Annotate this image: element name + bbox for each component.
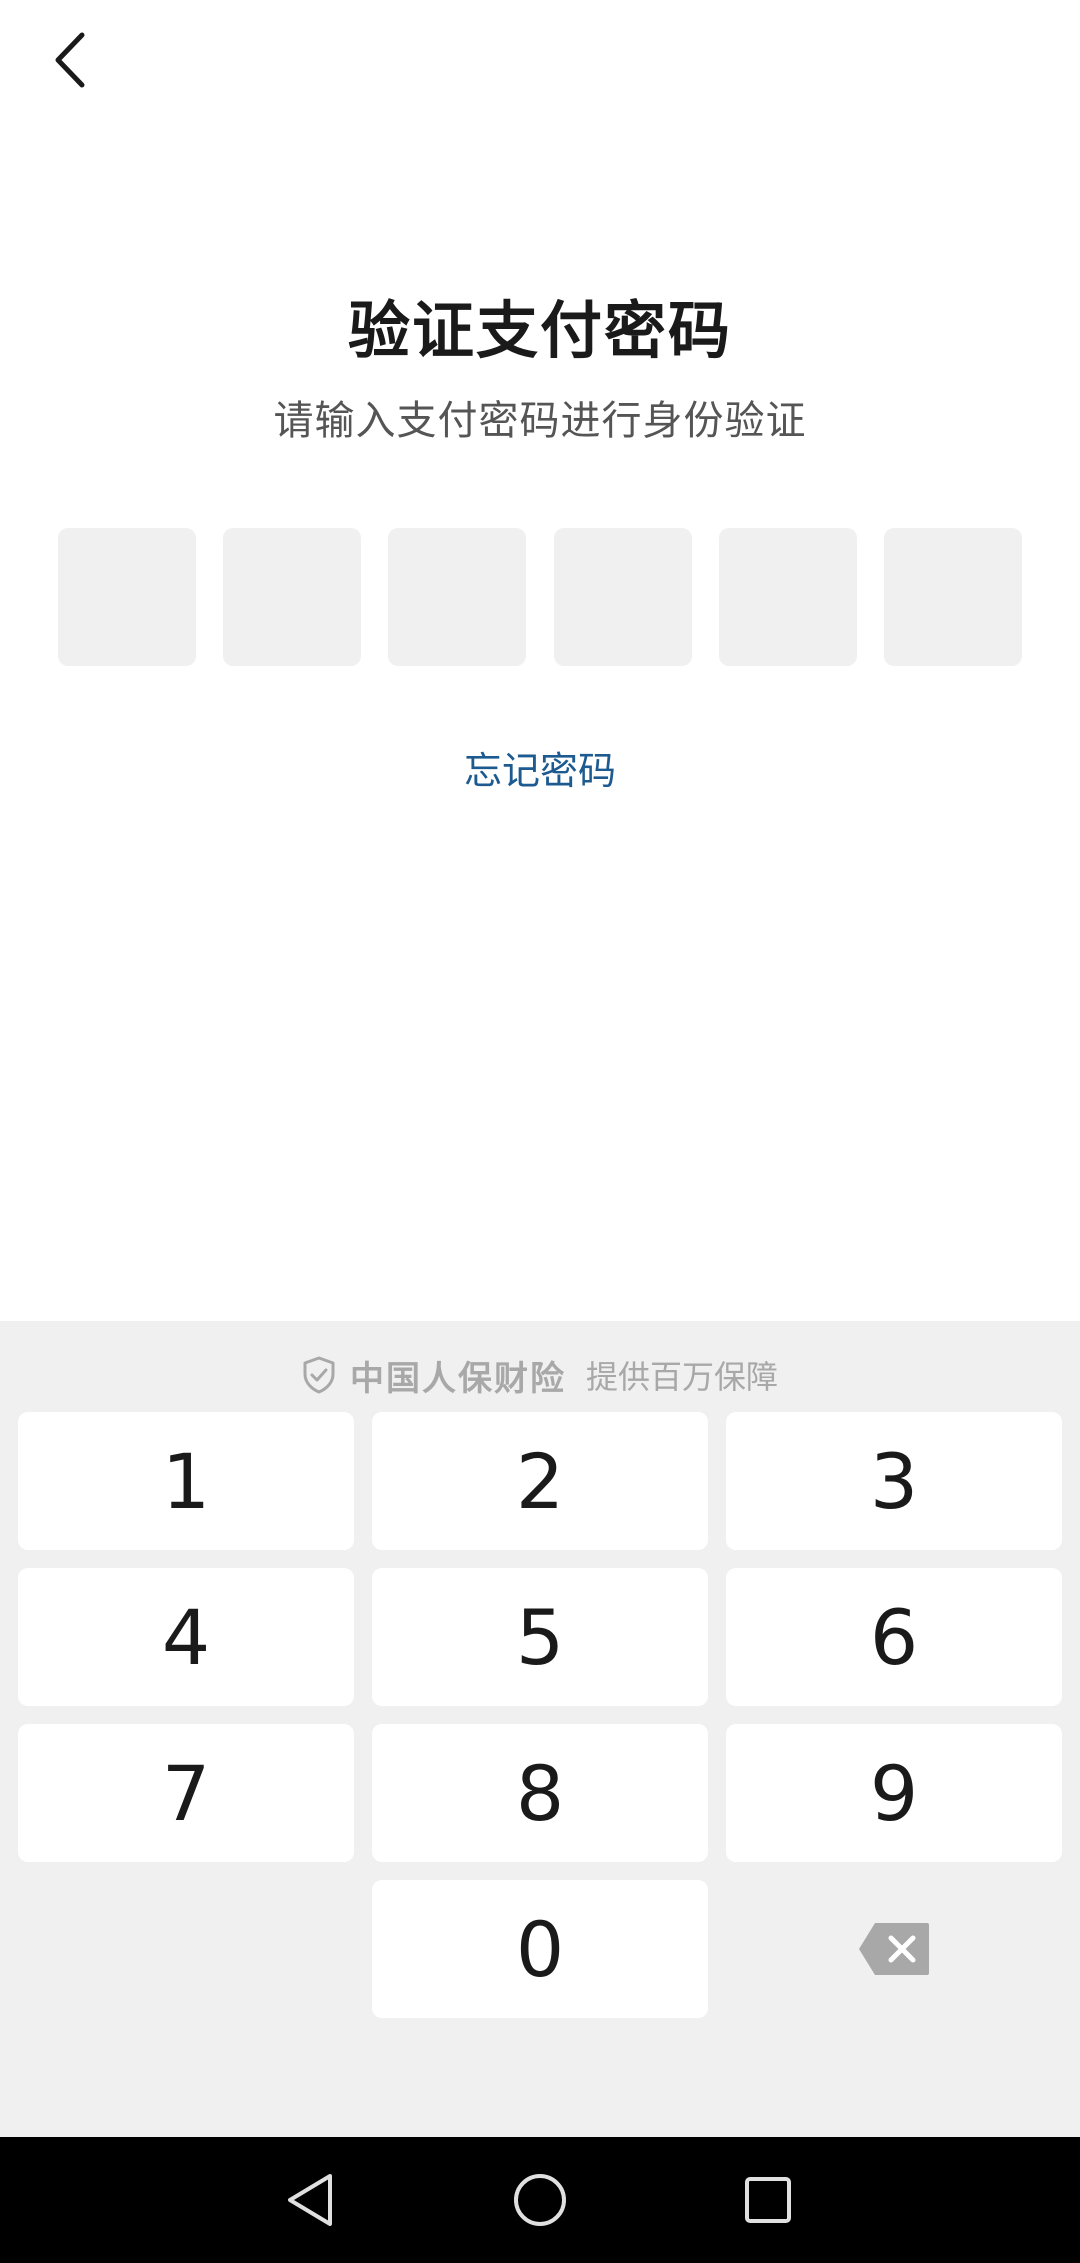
pin-input[interactable] [58,528,1022,666]
square-recents-icon [745,2177,791,2223]
system-back-button[interactable] [270,2160,350,2240]
key-7[interactable]: 7 [18,1724,354,1862]
pin-digit-box[interactable] [388,528,527,666]
key-8[interactable]: 8 [372,1724,708,1862]
triangle-back-icon [288,2174,332,2226]
shield-check-icon [303,1356,335,1394]
delete-key[interactable] [726,1880,1062,2018]
secure-keyboard: 中国人保财险 提供百万保障 1 2 3 4 5 6 7 8 9 0 [0,1321,1080,2137]
back-button[interactable] [30,20,110,100]
key-4[interactable]: 4 [18,1568,354,1706]
key-0[interactable]: 0 [372,1880,708,2018]
pin-digit-box[interactable] [718,528,857,666]
page-subtitle: 请输入支付密码进行身份验证 [273,398,807,444]
key-6[interactable]: 6 [726,1568,1062,1706]
insurer-brand: 中国人保财险 [349,1358,566,1399]
insurer-slogan: 提供百万保障 [585,1358,778,1396]
forgot-password-link[interactable]: 忘记密码 [0,740,1080,795]
pin-digit-box[interactable] [553,528,692,666]
circle-home-icon [514,2174,566,2226]
key-3[interactable]: 3 [726,1412,1062,1550]
key-2[interactable]: 2 [372,1412,708,1550]
key-blank [18,1880,354,2018]
key-1[interactable]: 1 [18,1412,354,1550]
system-home-button[interactable] [500,2160,580,2240]
backspace-icon [859,1923,929,1975]
keyboard-header: 中国人保财险 提供百万保障 [0,1347,1080,1403]
verify-payment-password-page: 验证支付密码 请输入支付密码进行身份验证 忘记密码 中国人保财险 提供百万保障 … [0,0,1080,2263]
key-9[interactable]: 9 [726,1724,1062,1862]
key-5[interactable]: 5 [372,1568,708,1706]
pin-digit-box[interactable] [883,528,1022,666]
pin-digit-box[interactable] [58,528,196,666]
keypad: 1 2 3 4 5 6 7 8 9 0 [18,1412,1062,2018]
system-navigation-bar [0,2137,1080,2263]
system-recents-button[interactable] [728,2160,808,2240]
page-title: 验证支付密码 [347,294,732,367]
pin-digit-box[interactable] [223,528,362,666]
chevron-left-icon [55,32,85,88]
